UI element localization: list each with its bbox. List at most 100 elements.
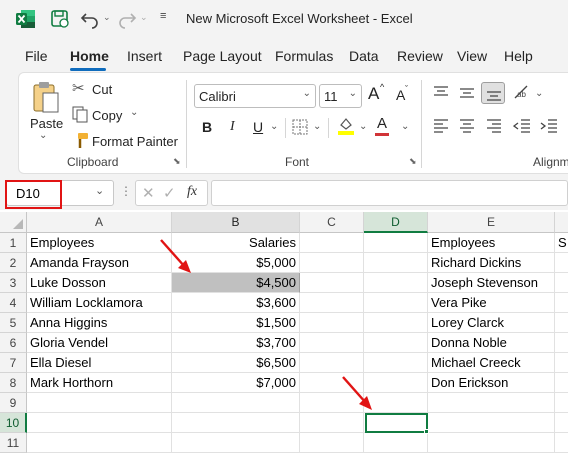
row-header-6[interactable]: 6	[0, 333, 27, 353]
cell-e5[interactable]: Lorey Clarck	[428, 313, 555, 333]
cell-b10[interactable]	[172, 413, 300, 433]
align-center-icon[interactable]	[459, 119, 475, 133]
cell-a1[interactable]: Employees	[27, 233, 172, 253]
tab-view[interactable]: View	[457, 48, 487, 64]
tab-help[interactable]: Help	[504, 48, 533, 64]
cell-e3[interactable]: Joseph Stevenson	[428, 273, 555, 293]
cell-d6[interactable]	[364, 333, 428, 353]
cell-e7[interactable]: Michael Creeck	[428, 353, 555, 373]
cell-f6[interactable]	[555, 333, 568, 353]
column-header-e[interactable]: E	[428, 212, 555, 233]
cancel-icon[interactable]: ✕	[142, 184, 155, 202]
cell-f5[interactable]	[555, 313, 568, 333]
cell-a11[interactable]	[27, 433, 172, 453]
paste-dropdown-icon[interactable]: ⌄	[39, 130, 47, 141]
cell-b6[interactable]: $3,700	[172, 333, 300, 353]
cell-f3[interactable]	[555, 273, 568, 293]
cell-a5[interactable]: Anna Higgins	[27, 313, 172, 333]
cell-a10[interactable]	[27, 413, 172, 433]
row-header-9[interactable]: 9	[0, 393, 27, 413]
cell-a2[interactable]: Amanda Frayson	[27, 253, 172, 273]
fill-color-dropdown-icon[interactable]: ⌄	[359, 121, 367, 132]
cell-d7[interactable]	[364, 353, 428, 373]
font-size-select[interactable]: 11 ⌄	[319, 84, 362, 108]
format-painter-icon[interactable]	[72, 132, 89, 149]
column-header-b[interactable]: B	[172, 212, 300, 233]
cell-c7[interactable]	[300, 353, 364, 373]
customize-toolbar-icon[interactable]: ≡	[160, 10, 166, 22]
cell-c10[interactable]	[300, 413, 364, 433]
cell-c5[interactable]	[300, 313, 364, 333]
increase-font-size-button[interactable]: A	[368, 84, 379, 104]
orientation-icon[interactable]: ab	[513, 84, 531, 102]
cell-c3[interactable]	[300, 273, 364, 293]
fill-color-icon[interactable]	[337, 116, 355, 136]
cell-e11[interactable]	[428, 433, 555, 453]
formula-bar-options-icon[interactable]: ⋮	[120, 184, 132, 198]
row-header-11[interactable]: 11	[0, 433, 27, 453]
paste-icon[interactable]	[31, 80, 61, 114]
cell-a7[interactable]: Ella Diesel	[27, 353, 172, 373]
cell-c2[interactable]	[300, 253, 364, 273]
decrease-indent-icon[interactable]	[513, 119, 531, 133]
cell-c1[interactable]	[300, 233, 364, 253]
cell-b8[interactable]: $7,000	[172, 373, 300, 393]
paste-button[interactable]: Paste	[30, 116, 63, 131]
cell-d11[interactable]	[364, 433, 428, 453]
format-painter-button[interactable]: Format Painter	[92, 134, 178, 149]
cell-c11[interactable]	[300, 433, 364, 453]
cell-f4[interactable]	[555, 293, 568, 313]
selected-cell-d10[interactable]	[365, 413, 428, 433]
bold-button[interactable]: B	[202, 119, 212, 135]
align-left-icon[interactable]	[433, 119, 449, 133]
cell-a8[interactable]: Mark Horthorn	[27, 373, 172, 393]
cell-e6[interactable]: Donna Noble	[428, 333, 555, 353]
font-color-dropdown-icon[interactable]: ⌄	[401, 121, 409, 132]
tab-file[interactable]: File	[25, 48, 48, 64]
increase-indent-icon[interactable]	[540, 119, 558, 133]
cell-a3[interactable]: Luke Dosson	[27, 273, 172, 293]
cell-e1[interactable]: Employees	[428, 233, 555, 253]
redo-dropdown-icon[interactable]: ⌄	[140, 12, 148, 23]
cell-f7[interactable]	[555, 353, 568, 373]
column-header-a[interactable]: A	[27, 212, 172, 233]
underline-button[interactable]: U	[253, 119, 263, 135]
tab-page-layout[interactable]: Page Layout	[183, 48, 262, 64]
cell-d3[interactable]	[364, 273, 428, 293]
column-header-f[interactable]	[555, 212, 568, 233]
copy-dropdown-icon[interactable]: ⌄	[130, 107, 138, 118]
align-right-icon[interactable]	[486, 119, 502, 133]
cell-a4[interactable]: William Locklamora	[27, 293, 172, 313]
autosave-icon[interactable]	[50, 9, 70, 29]
decrease-font-size-button[interactable]: A	[396, 87, 405, 103]
cell-d4[interactable]	[364, 293, 428, 313]
cell-c6[interactable]	[300, 333, 364, 353]
underline-dropdown-icon[interactable]: ⌄	[270, 121, 278, 132]
chevron-down-icon[interactable]: ⌄	[95, 184, 104, 197]
copy-icon[interactable]	[72, 106, 89, 123]
middle-align-icon[interactable]	[459, 86, 475, 100]
orientation-dropdown-icon[interactable]: ⌄	[535, 88, 543, 99]
cell-f8[interactable]	[555, 373, 568, 393]
italic-button[interactable]: I	[230, 119, 235, 135]
cell-f11[interactable]	[555, 433, 568, 453]
font-color-button[interactable]: A	[377, 115, 387, 132]
cell-e8[interactable]: Don Erickson	[428, 373, 555, 393]
cell-b7[interactable]: $6,500	[172, 353, 300, 373]
cell-a9[interactable]	[27, 393, 172, 413]
cell-f2[interactable]	[555, 253, 568, 273]
tab-formulas[interactable]: Formulas	[275, 48, 333, 64]
tab-data[interactable]: Data	[349, 48, 379, 64]
cell-d1[interactable]	[364, 233, 428, 253]
cut-button[interactable]: Cut	[92, 82, 112, 97]
cell-b4[interactable]: $3,600	[172, 293, 300, 313]
tab-insert[interactable]: Insert	[127, 48, 162, 64]
cell-e4[interactable]: Vera Pike	[428, 293, 555, 313]
row-header-1[interactable]: 1	[0, 233, 27, 253]
tab-home[interactable]: Home	[70, 48, 109, 64]
font-name-select[interactable]: Calibri ⌄	[194, 84, 316, 108]
cell-e10[interactable]	[428, 413, 555, 433]
borders-icon[interactable]	[291, 118, 309, 136]
copy-button[interactable]: Copy	[92, 108, 122, 123]
cell-d5[interactable]	[364, 313, 428, 333]
